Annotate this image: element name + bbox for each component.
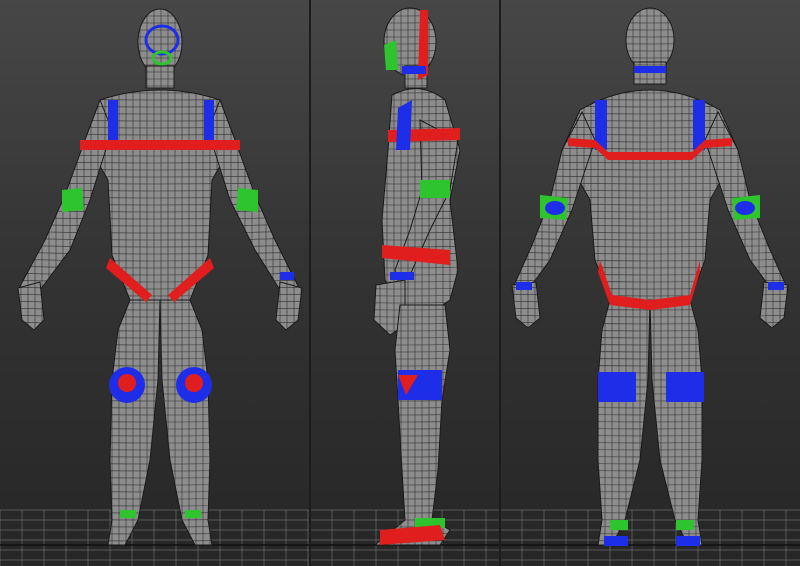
viewport-divider[interactable]	[499, 0, 501, 566]
viewport-area[interactable]	[0, 0, 800, 566]
viewport-front[interactable]	[0, 0, 310, 566]
viewport-side[interactable]	[310, 0, 500, 566]
viewport-divider[interactable]	[309, 0, 311, 566]
body-mesh	[17, 8, 303, 546]
viewport-back[interactable]	[500, 0, 800, 566]
ground-grid	[500, 509, 800, 566]
front-view-model	[0, 8, 310, 566]
body-mesh	[511, 7, 789, 546]
ground-grid	[0, 509, 310, 566]
side-view-model	[310, 7, 500, 566]
back-view-model	[500, 7, 800, 566]
